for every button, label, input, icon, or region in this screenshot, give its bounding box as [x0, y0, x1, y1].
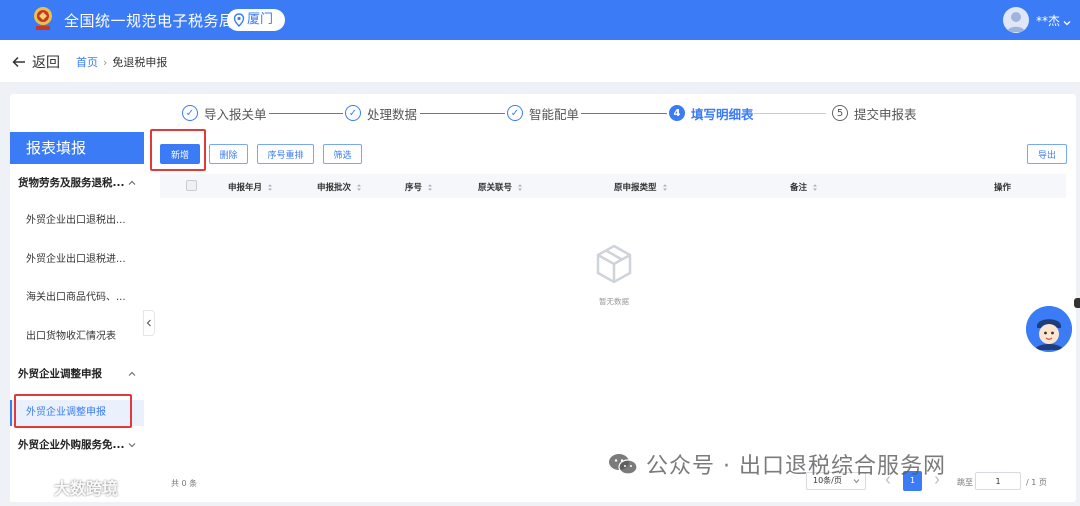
step-connector — [754, 113, 826, 114]
user-avatar[interactable] — [1003, 7, 1029, 33]
delete-button[interactable]: 删除 — [209, 144, 248, 164]
sort-icon — [357, 183, 362, 191]
check-icon: ✓ — [507, 105, 523, 121]
sidebar-collapse-button[interactable] — [143, 310, 155, 336]
breadcrumb-bar: 返回 首页 › 免退税申报 — [0, 40, 1080, 82]
add-button[interactable]: 新增 — [160, 144, 200, 164]
select-all-checkbox[interactable] — [186, 180, 197, 191]
step-number-5: 5 — [832, 105, 848, 121]
group-label: 货物劳务及服务退税... — [18, 177, 125, 189]
brand-logo-icon — [11, 478, 48, 494]
chevron-left-icon — [146, 319, 151, 327]
jump-label: 跳至 — [957, 478, 973, 487]
step-indicator: ✓ 导入报关单 ✓ 处理数据 ✓ 智能配单 4 填写明细表 5 提交申报表 — [10, 94, 1076, 132]
step-import-declaration: ✓ 导入报关单 — [182, 104, 267, 122]
user-name[interactable]: **杰 — [1036, 12, 1060, 29]
app-title: 全国统一规范电子税务局 — [64, 12, 235, 30]
page-total: / 1 页 — [1026, 478, 1047, 487]
sidebar-item-adjustment-declaration[interactable]: 外贸企业调整申报 — [10, 400, 144, 426]
step-label: 智能配单 — [529, 106, 580, 122]
back-button[interactable]: 返回 — [12, 52, 60, 72]
step-label: 填写明细表 — [691, 106, 754, 122]
group-label: 外贸企业调整申报 — [18, 368, 102, 380]
sidebar: 报表填报 货物劳务及服务退税... 外贸企业出口退税出... 外贸企业出口退税进… — [10, 132, 144, 502]
sidebar-group-adjustment-declaration[interactable]: 外贸企业调整申报 — [10, 361, 144, 387]
step-number-4: 4 — [669, 105, 685, 121]
step-label: 提交申报表 — [854, 106, 917, 122]
jump-page-input[interactable] — [975, 472, 1021, 490]
group-label: 外贸企业外购服务免... — [18, 439, 125, 451]
column-header[interactable]: 序号 — [405, 181, 433, 193]
sidebar-group-goods-services-refund[interactable]: 货物劳务及服务退税... — [10, 170, 144, 196]
column-header[interactable]: 申报批次 — [317, 181, 362, 193]
city-label: 厦门 — [247, 12, 274, 27]
column-header: 操作 — [994, 183, 1012, 193]
arrow-left-icon — [12, 56, 25, 68]
chevron-up-icon — [128, 371, 136, 376]
wechat-icon — [609, 454, 638, 475]
step-fill-details: 4 填写明细表 — [669, 104, 754, 122]
step-connector — [420, 113, 505, 114]
step-connector — [581, 113, 667, 114]
edge-handle[interactable] — [1074, 298, 1080, 308]
sidebar-item-export-fx-receipt[interactable]: 出口货物收汇情况表 — [10, 324, 144, 350]
step-process-data: ✓ 处理数据 — [345, 104, 417, 122]
step-submit-report: 5 提交申报表 — [832, 104, 917, 122]
step-label: 导入报关单 — [204, 106, 267, 122]
reorder-button[interactable]: 序号重排 — [257, 144, 314, 164]
export-button[interactable]: 导出 — [1027, 144, 1067, 164]
breadcrumb-current: 免退税申报 — [112, 56, 168, 69]
watermark-official-account: 公众号 · 出口退税综合服务网 — [608, 448, 946, 480]
back-label: 返回 — [32, 55, 60, 71]
check-icon: ✓ — [182, 105, 198, 121]
sidebar-item-export-refund-inbound[interactable]: 外贸企业出口退税进... — [10, 247, 144, 273]
step-connector — [269, 113, 343, 114]
sidebar-title: 报表填报 — [10, 132, 144, 164]
chevron-down-icon — [128, 443, 136, 448]
empty-state-text: 暂无数据 — [599, 297, 629, 306]
sidebar-item-export-refund-outbound[interactable]: 外贸企业出口退税出... — [10, 208, 144, 234]
watermark-brand: 大数跨境 — [10, 475, 118, 499]
sort-icon — [518, 183, 523, 191]
sort-icon — [813, 183, 818, 191]
assistant-avatar[interactable] — [1026, 306, 1072, 352]
sort-icon — [428, 183, 433, 191]
column-header[interactable]: 原申报类型 — [614, 181, 668, 193]
sort-icon — [662, 183, 667, 191]
location-pin-icon — [233, 13, 245, 27]
breadcrumb-home[interactable]: 首页 — [76, 56, 98, 69]
column-header[interactable]: 申报年月 — [228, 181, 273, 193]
total-count: 共 0 条 — [171, 479, 198, 488]
column-header[interactable]: 原关联号 — [478, 181, 523, 193]
main-panel: ✓ 导入报关单 ✓ 处理数据 ✓ 智能配单 4 填写明细表 5 提交申报表 报表… — [10, 94, 1076, 502]
city-selector[interactable]: 厦门 — [227, 9, 285, 31]
sidebar-group-purchased-services[interactable]: 外贸企业外购服务免... — [10, 432, 144, 458]
breadcrumb: 首页 › 免退税申报 — [76, 54, 167, 70]
sort-icon — [268, 183, 273, 191]
empty-box-icon — [590, 240, 638, 288]
filter-button[interactable]: 筛选 — [323, 144, 362, 164]
table-header: 申报年月 申报批次 序号 原关联号 原申报类型 备注 操作 — [160, 174, 1066, 198]
tax-emblem-icon — [30, 5, 56, 33]
chevron-up-icon — [128, 180, 136, 185]
top-header: 全国统一规范电子税务局 厦门 **杰 — [0, 0, 1080, 40]
step-smart-matching: ✓ 智能配单 — [507, 104, 579, 122]
step-label: 处理数据 — [367, 106, 418, 122]
chevron-down-icon[interactable] — [1062, 13, 1072, 26]
column-header[interactable]: 备注 — [790, 181, 818, 193]
check-icon: ✓ — [345, 105, 361, 121]
breadcrumb-separator: › — [103, 56, 108, 69]
